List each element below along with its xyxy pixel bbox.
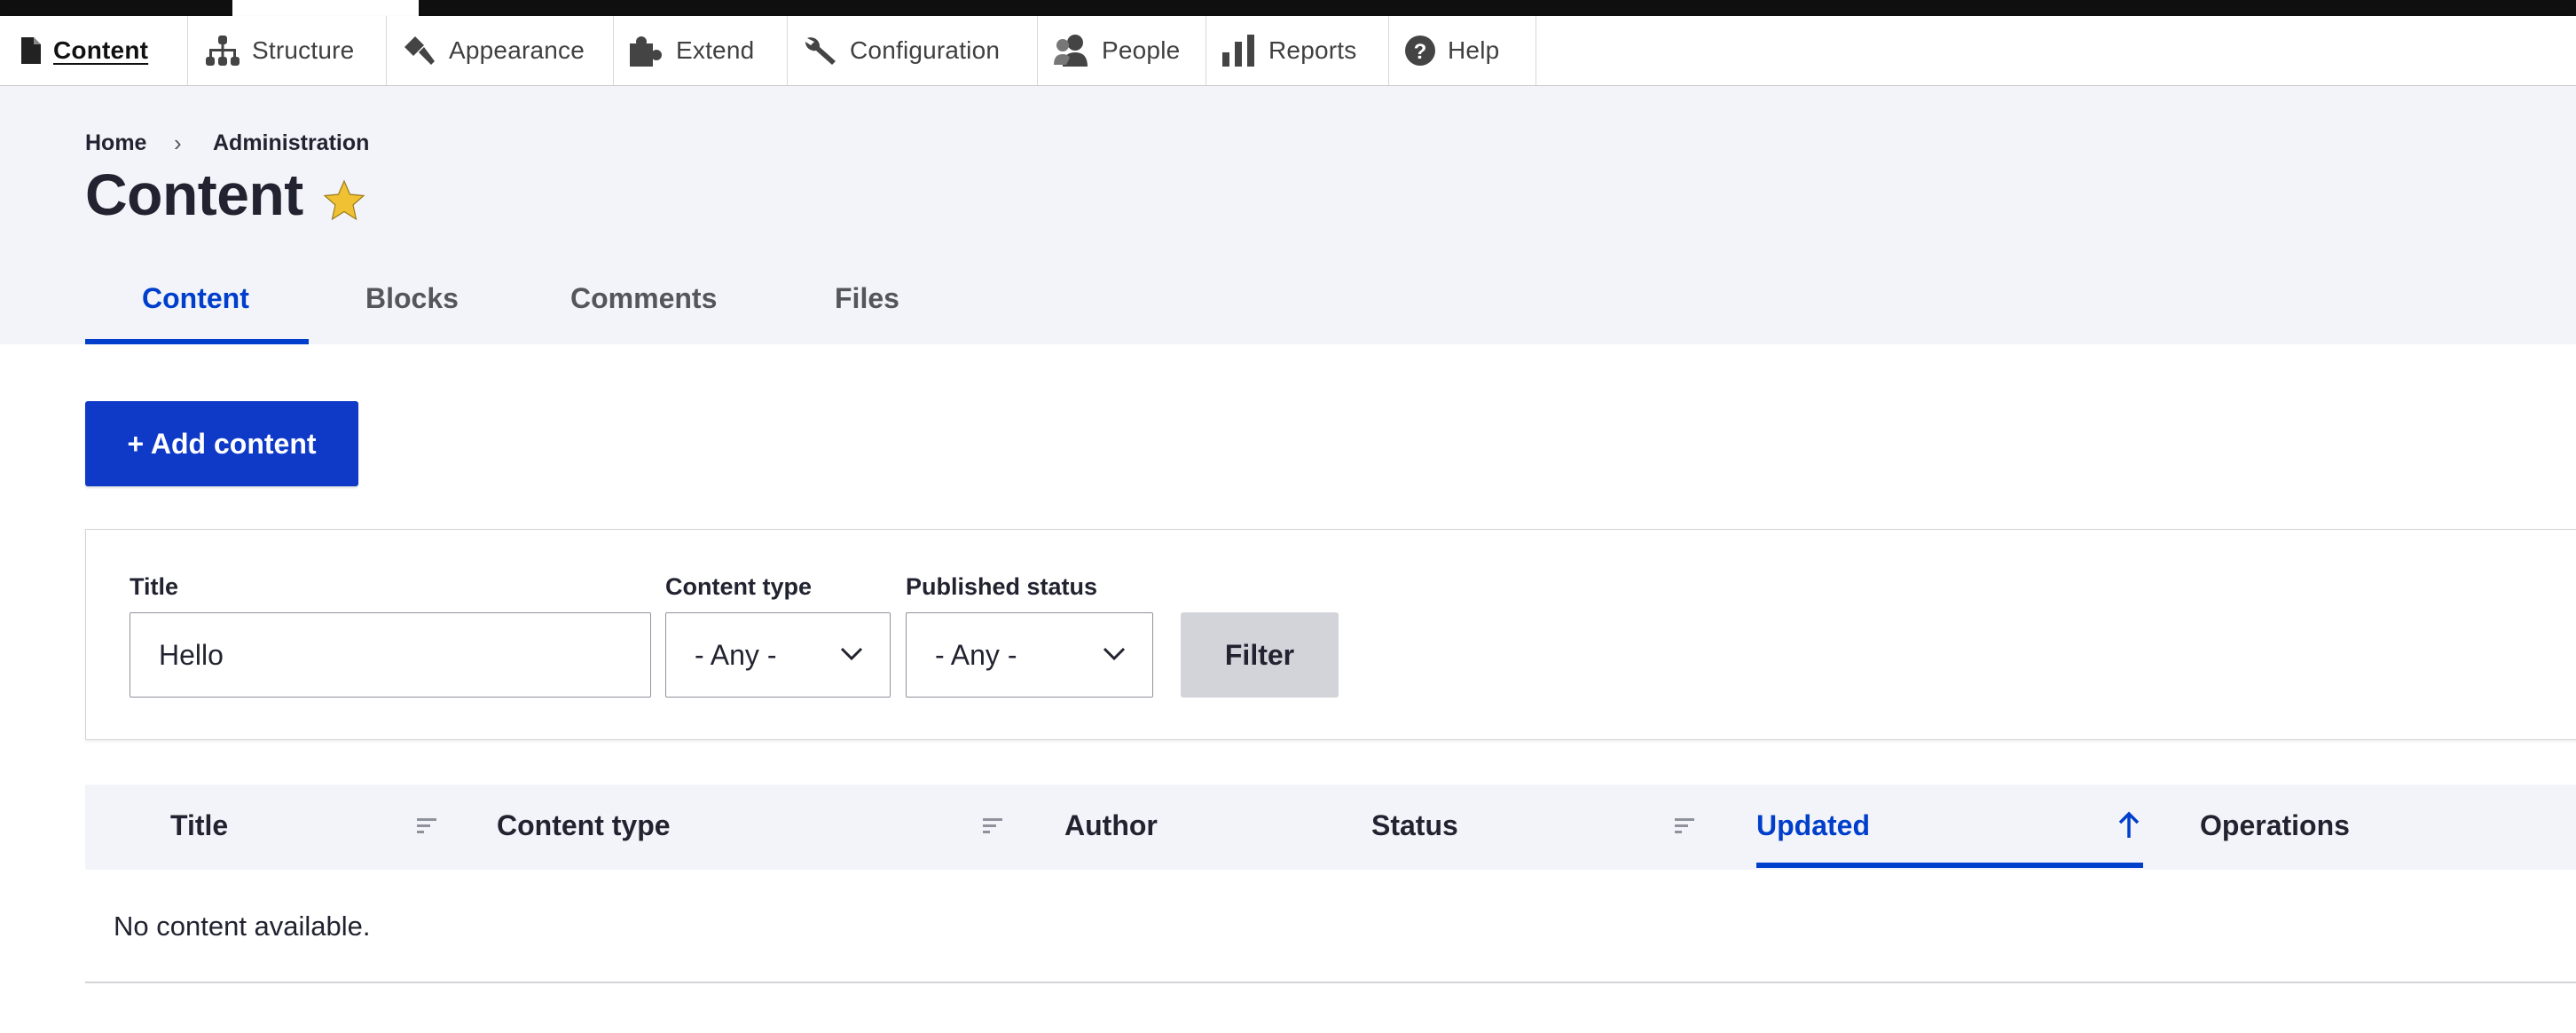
toolbar-item-structure[interactable]: Structure: [188, 16, 387, 85]
column-header-author: Author: [1064, 809, 1158, 841]
tab-comments[interactable]: Comments: [570, 282, 717, 315]
page-title: Content: [85, 162, 303, 227]
toolbar-item-label: Appearance: [449, 36, 585, 64]
column-header-title[interactable]: Title: [170, 809, 228, 842]
paintbrush-icon: [404, 36, 435, 65]
sort-icon[interactable]: [417, 818, 438, 834]
title-filter-label: Title: [130, 573, 179, 600]
toolbar-item-label: Structure: [252, 36, 355, 64]
active-toolbar-tab-notch: [232, 0, 419, 16]
sitemap-icon: [206, 35, 240, 66]
toolbar-item-content[interactable]: Content: [0, 16, 188, 85]
file-icon: [21, 37, 41, 64]
column-header-updated[interactable]: Updated: [1756, 809, 1870, 842]
column-header-content-type[interactable]: Content type: [497, 809, 671, 842]
active-tab-indicator: [85, 339, 309, 344]
admin-toolbar: Content Structure Appearance Extend Conf…: [0, 16, 2576, 86]
toolbar-item-label: Content: [53, 36, 149, 64]
sorted-column-indicator: [1756, 863, 2143, 868]
content-type-filter-label: Content type: [665, 573, 812, 600]
content-type-select-value: - Any -: [695, 638, 777, 671]
person-icon: [1054, 35, 1088, 67]
title-filter-input[interactable]: Hello: [130, 612, 651, 698]
empty-table-message: No content available.: [114, 911, 371, 942]
add-content-button[interactable]: + Add content: [85, 401, 358, 486]
chevron-down-icon: [1103, 647, 1126, 661]
column-header-status[interactable]: Status: [1371, 809, 1458, 842]
published-status-select-value: - Any -: [935, 638, 1017, 671]
filter-button[interactable]: Filter: [1181, 612, 1339, 698]
column-header-operations: Operations: [2200, 809, 2350, 841]
table-bottom-divider: [85, 982, 2576, 983]
tab-content[interactable]: Content: [142, 282, 249, 315]
chevron-down-icon: [840, 647, 863, 661]
help-icon: ?: [1405, 35, 1435, 66]
breadcrumb-home[interactable]: Home: [85, 130, 146, 156]
bar-chart-icon: [1222, 35, 1254, 67]
published-status-select[interactable]: - Any -: [906, 612, 1153, 698]
toolbar-item-label: Configuration: [850, 36, 1001, 64]
toolbar-item-configuration[interactable]: Configuration: [788, 16, 1038, 85]
toolbar-item-label: People: [1102, 36, 1181, 64]
top-black-bar: [0, 0, 2576, 16]
toolbar-item-reports[interactable]: Reports: [1206, 16, 1389, 85]
toolbar-item-label: Extend: [676, 36, 755, 64]
tab-blocks[interactable]: Blocks: [365, 282, 459, 315]
toolbar-item-people[interactable]: People: [1038, 16, 1206, 85]
breadcrumb-separator-icon: ›: [174, 130, 182, 156]
puzzle-icon: [630, 36, 662, 67]
breadcrumb-administration[interactable]: Administration: [213, 130, 369, 156]
published-status-filter-label: Published status: [906, 573, 1098, 600]
toolbar-item-appearance[interactable]: Appearance: [387, 16, 614, 85]
toolbar-item-label: Help: [1448, 36, 1500, 64]
content-type-select[interactable]: - Any -: [665, 612, 891, 698]
shortcut-star-icon[interactable]: [321, 177, 367, 224]
sort-icon[interactable]: [983, 818, 1004, 834]
svg-text:?: ?: [1414, 40, 1427, 64]
wrench-icon: [805, 37, 836, 65]
toolbar-item-help[interactable]: ? Help: [1389, 16, 1536, 85]
sort-icon[interactable]: [1675, 818, 1696, 834]
toolbar-item-label: Reports: [1268, 36, 1357, 64]
sort-ascending-arrow-icon[interactable]: [2118, 811, 2140, 838]
toolbar-item-extend[interactable]: Extend: [614, 16, 788, 85]
tab-files[interactable]: Files: [835, 282, 899, 315]
